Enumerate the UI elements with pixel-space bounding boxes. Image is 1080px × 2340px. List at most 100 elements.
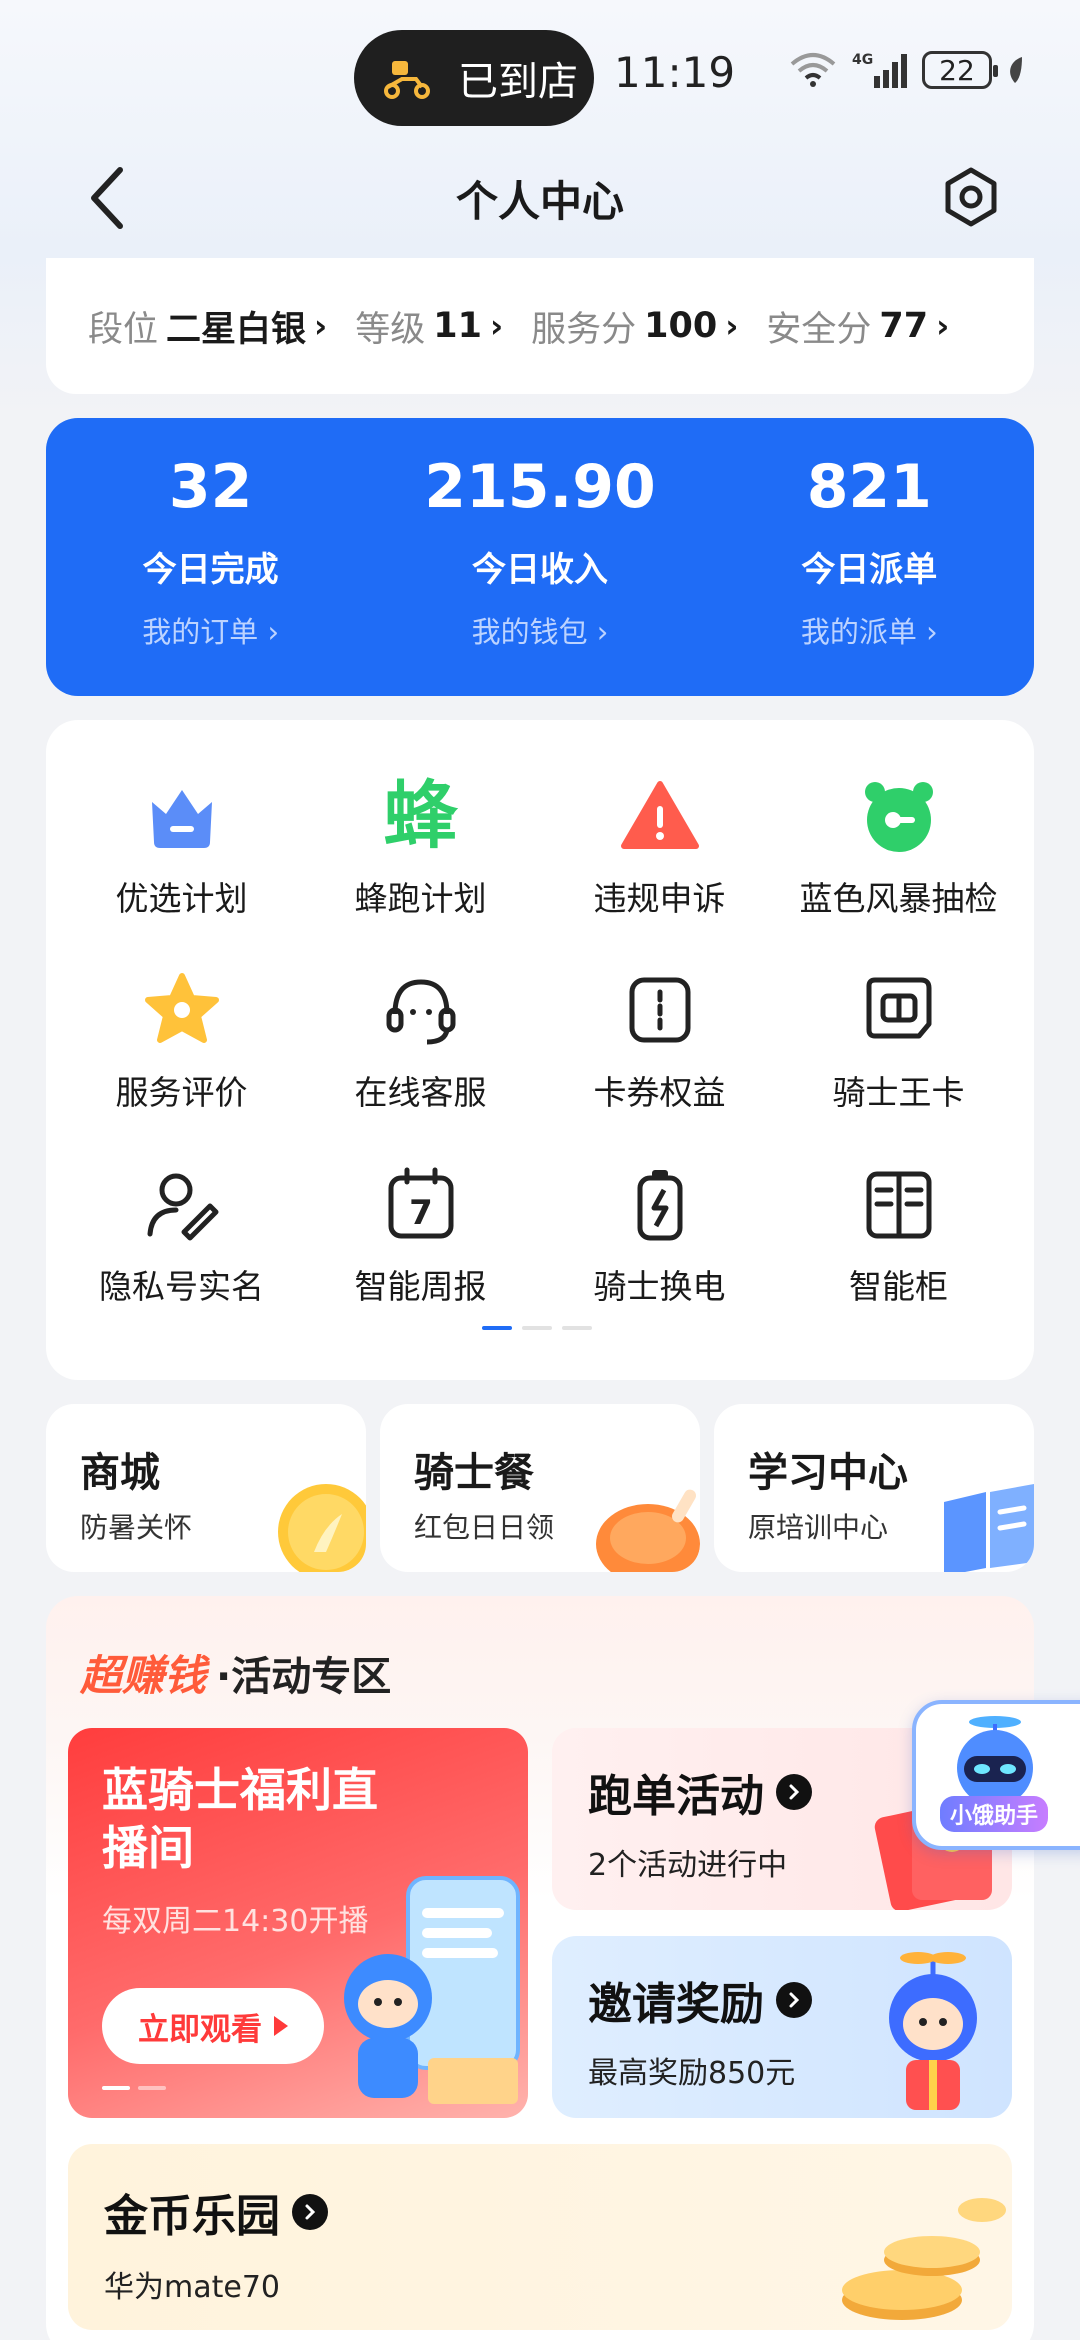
today-stats-card: 32 今日完成 我的订单 › 215.90 今日收入 我的钱包 › 821 今日…	[46, 418, 1034, 696]
arrow-right-icon	[776, 1982, 812, 2018]
page-dot	[562, 1326, 592, 1330]
activity-title-hot: 超赚钱	[80, 1651, 207, 1700]
feature-card-mall[interactable]: 商城 防暑关怀	[46, 1404, 366, 1572]
stat-income[interactable]: 215.90 今日收入 我的钱包 ›	[375, 418, 704, 696]
status-pill-text: 已到店	[458, 59, 578, 105]
leaf-icon	[1010, 57, 1022, 83]
run-activity-title: 跑单活动	[588, 1771, 764, 1822]
services-grid: 优选计划 蜂 蜂跑计划 违规申诉 蓝色风暴抽检 服务评价 在线客服 卡券权益 骑…	[62, 774, 1018, 1308]
cabinet-icon	[866, 1171, 931, 1239]
coin-park-subtitle: 华为mate70	[104, 2270, 281, 2305]
rank-strip: 段位 二星白银 › 等级 11 › 服务分 100 › 安全分 77 ›	[46, 258, 1034, 394]
stat-completed[interactable]: 32 今日完成 我的订单 ›	[46, 418, 375, 696]
coin-park-title: 金币乐园	[104, 2191, 280, 2242]
service-label: 骑士王卡	[832, 1073, 965, 1112]
service-label: 卡券权益	[593, 1073, 726, 1112]
rank-value: 100	[644, 306, 718, 346]
status-icons: 4G 22	[788, 50, 1024, 90]
service-item-weekly-report[interactable]: 7 智能周报	[301, 1162, 540, 1308]
activity-zone-title: 超赚钱 ·活动专区	[80, 1642, 391, 1703]
battery-swap-icon	[637, 1170, 682, 1241]
assistant-label: 小饿助手	[940, 1796, 1049, 1832]
service-item-smart-cabinet[interactable]: 智能柜	[779, 1162, 1018, 1308]
feature-card-rider-meal[interactable]: 骑士餐 红包日日领	[380, 1404, 700, 1572]
rank-item-tier[interactable]: 段位 二星白银 ›	[88, 301, 327, 352]
chevron-right-icon: ›	[725, 307, 739, 345]
alarm-clock-icon	[864, 782, 933, 852]
stat-value: 215.90	[424, 452, 656, 522]
stat-name: 今日完成	[142, 550, 279, 590]
service-label: 违规申诉	[593, 879, 726, 918]
star-badge-icon	[144, 973, 219, 1043]
my-dispatch-link[interactable]: 我的派单 ›	[705, 609, 1034, 651]
stat-value: 32	[168, 452, 253, 522]
service-item-king-card[interactable]: 骑士王卡	[779, 968, 1018, 1114]
run-activity-title-row: 跑单活动	[588, 1760, 812, 1824]
my-wallet-link[interactable]: 我的钱包 ›	[375, 609, 704, 651]
banner-indicator	[102, 2086, 166, 2090]
service-label: 蜂跑计划	[354, 879, 487, 918]
invite-title-row: 邀请奖励	[588, 1968, 812, 2032]
watch-now-label: 立即观看	[138, 2011, 262, 2048]
chevron-right-icon: ›	[936, 307, 950, 345]
rank-item-service-score[interactable]: 服务分 100 ›	[531, 301, 738, 352]
service-item-privacy[interactable]: 隐私号实名	[62, 1162, 301, 1308]
service-label: 服务评价	[115, 1073, 248, 1112]
settings-button[interactable]	[940, 166, 1002, 228]
service-item-battery-swap[interactable]: 骑士换电	[540, 1162, 779, 1308]
watch-now-button[interactable]: 立即观看	[102, 1988, 324, 2064]
cellular-signal-icon: 4G	[852, 52, 907, 88]
arrow-right-icon	[776, 1774, 812, 1810]
delivery-status-pill[interactable]: 已到店	[354, 30, 594, 126]
services-grid-card: 优选计划 蜂 蜂跑计划 违规申诉 蓝色风暴抽检 服务评价 在线客服 卡券权益 骑…	[46, 720, 1034, 1380]
service-label: 智能柜	[849, 1267, 948, 1306]
assistant-float-button[interactable]: 小饿助手	[912, 1700, 1080, 1850]
book-icon	[944, 1484, 1034, 1572]
service-item-fengpao[interactable]: 蜂 蜂跑计划	[301, 774, 540, 920]
service-label: 在线客服	[354, 1073, 487, 1112]
robot-mascot-icon	[957, 1716, 1033, 1806]
svg-text:7: 7	[409, 1193, 433, 1233]
clock: 11:19	[614, 48, 736, 97]
activity-zone: 超赚钱 ·活动专区 蓝骑士福利直播间 每双周二14:30开播 立即观看 跑单活动	[46, 1596, 1034, 2340]
rank-label: 段位	[88, 309, 159, 350]
stat-dispatched[interactable]: 821 今日派单 我的派单 ›	[705, 418, 1034, 696]
stat-name: 今日收入	[471, 550, 608, 590]
banner-dot-active	[102, 2086, 130, 2090]
service-label: 骑士换电	[593, 1267, 726, 1306]
banner-dot	[138, 2086, 166, 2090]
service-label: 蓝色风暴抽检	[799, 879, 998, 918]
invite-reward-card[interactable]: 邀请奖励 最高奖励850元	[552, 1936, 1012, 2118]
service-label: 智能周报	[354, 1267, 487, 1306]
feature-title: 骑士餐	[414, 1450, 534, 1496]
warning-icon	[620, 781, 699, 849]
service-item-youxuan[interactable]: 优选计划	[62, 774, 301, 920]
page-indicator	[482, 1326, 592, 1330]
activity-title-rest: ·活动专区	[216, 1654, 392, 1700]
stat-name: 今日派单	[801, 550, 938, 590]
service-item-appeal[interactable]: 违规申诉	[540, 774, 779, 920]
feature-card-learning[interactable]: 学习中心 原培训中心	[714, 1404, 1034, 1572]
service-item-coupons[interactable]: 卡券权益	[540, 968, 779, 1114]
service-label: 优选计划	[115, 879, 248, 918]
invite-subtitle: 最高奖励850元	[588, 2056, 796, 2091]
page-title: 个人中心	[455, 177, 624, 226]
service-item-blue-storm[interactable]: 蓝色风暴抽检	[779, 774, 1018, 920]
feature-subtitle: 原培训中心	[748, 1511, 889, 1544]
coin-park-card[interactable]: 金币乐园 华为mate70	[68, 2144, 1012, 2330]
rank-item-level[interactable]: 等级 11 ›	[355, 301, 503, 352]
chevron-right-icon: ›	[489, 307, 504, 345]
my-orders-link[interactable]: 我的订单 ›	[46, 609, 375, 651]
rank-item-safety-score[interactable]: 安全分 77 ›	[766, 301, 949, 352]
service-item-support[interactable]: 在线客服	[301, 968, 540, 1114]
page-dot-active	[482, 1326, 512, 1330]
scooter-icon	[384, 61, 430, 99]
live-stream-banner[interactable]: 蓝骑士福利直播间 每双周二14:30开播 立即观看	[68, 1728, 528, 2118]
battery-icon: 22	[922, 51, 998, 89]
rank-label: 等级	[355, 309, 426, 350]
service-item-rating[interactable]: 服务评价	[62, 968, 301, 1114]
feature-subtitle: 红包日日领	[414, 1511, 555, 1544]
rank-value: 11	[433, 306, 482, 346]
feature-title: 商城	[80, 1450, 160, 1496]
coin-park-title-row: 金币乐园	[104, 2180, 328, 2244]
